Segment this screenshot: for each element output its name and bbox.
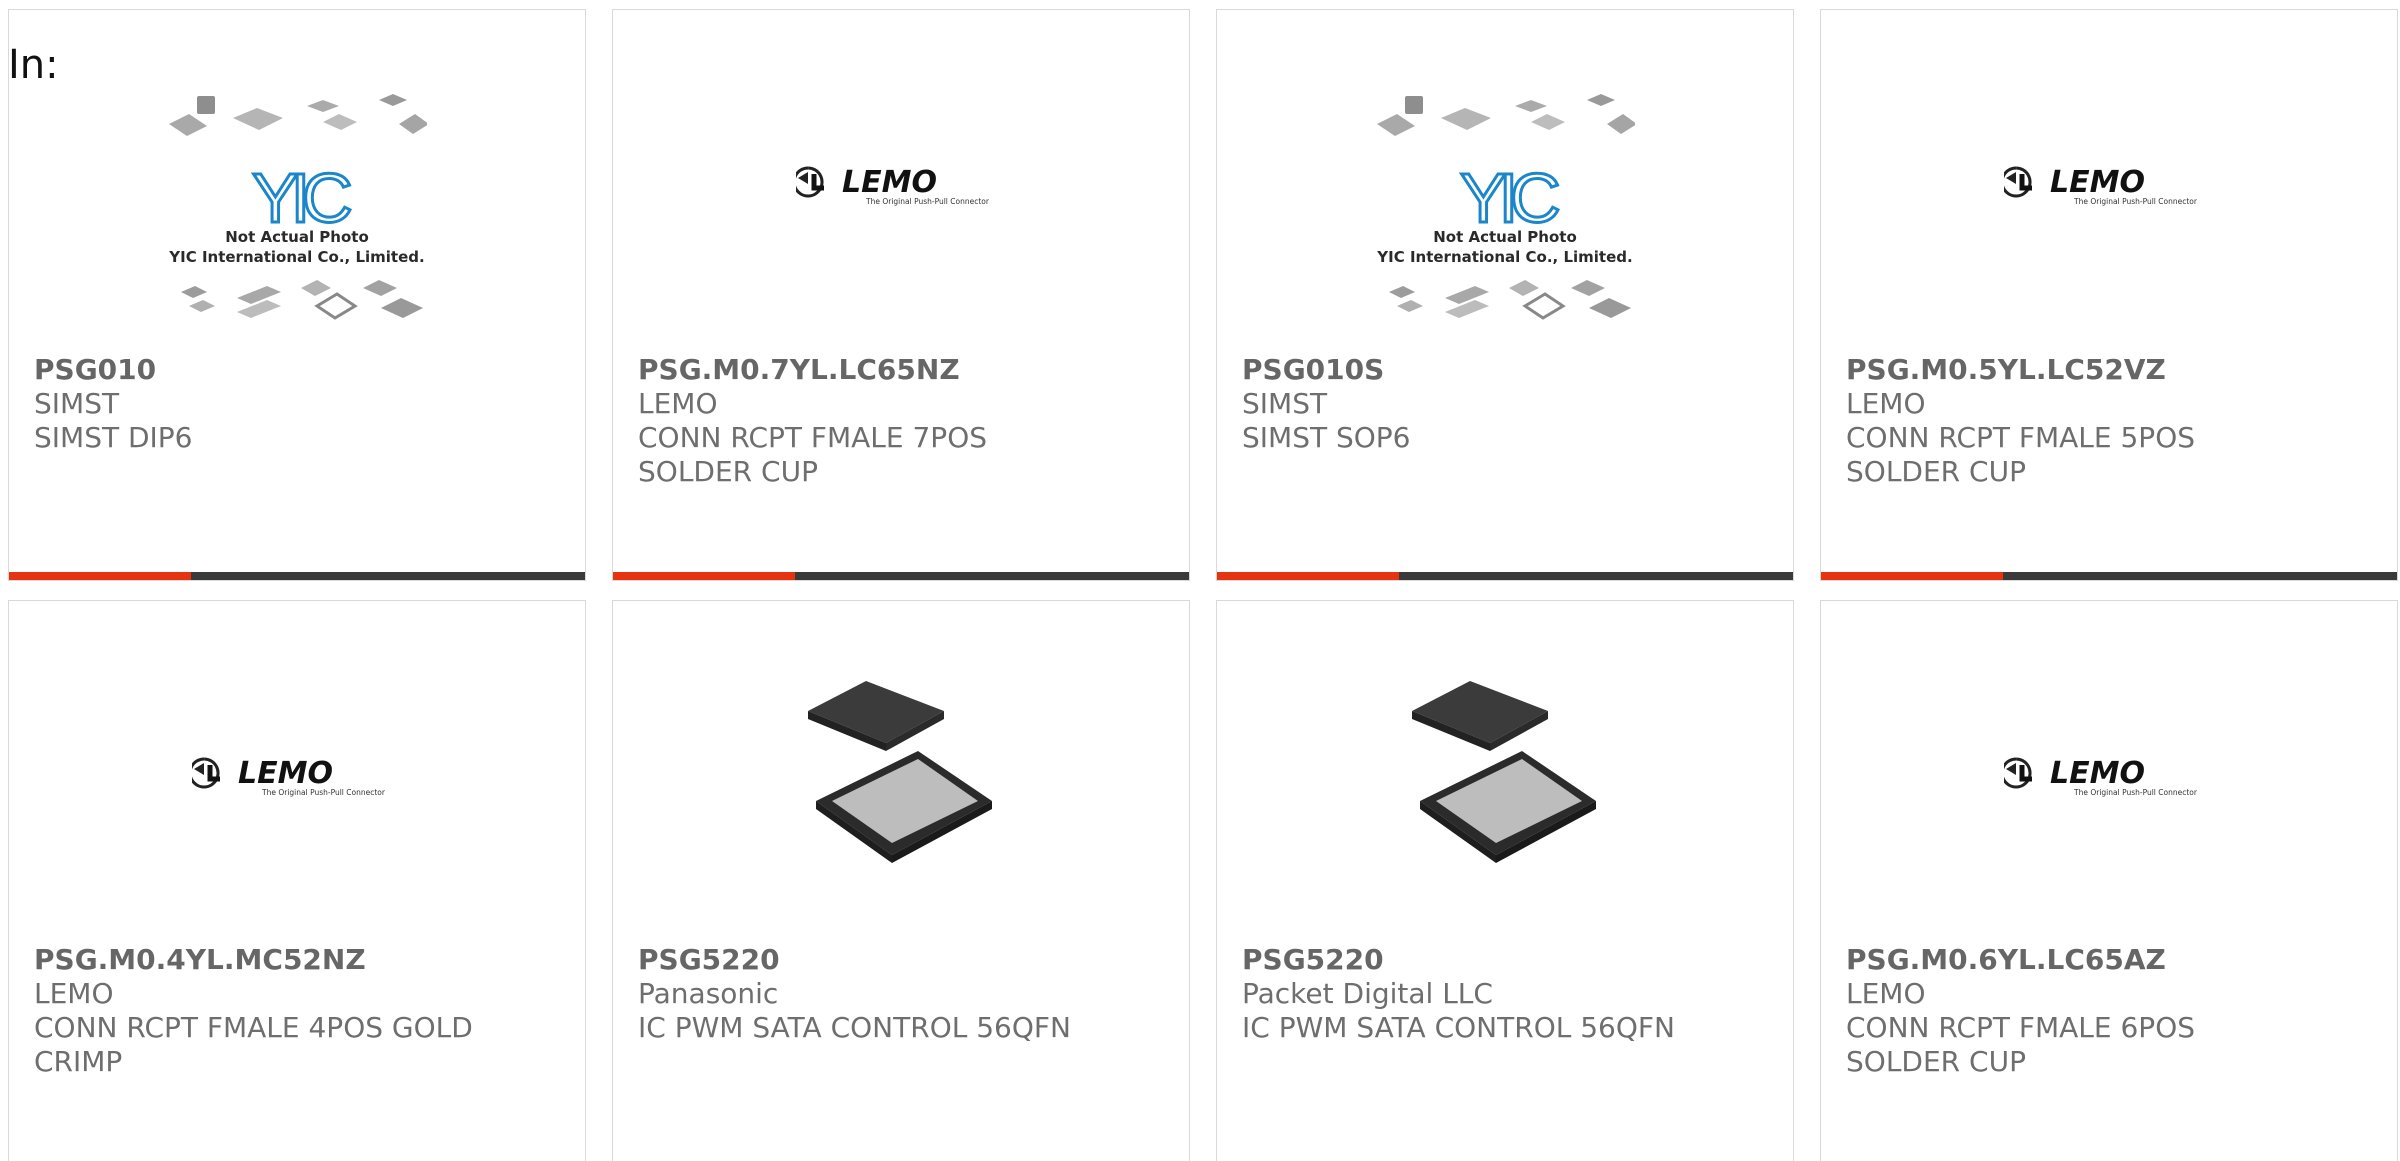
manufacturer: SIMST (34, 387, 120, 420)
manufacturer: LEMO (34, 977, 114, 1010)
description-cont: SOLDER CUP (1846, 1045, 2026, 1078)
lemo-word: LEMO (2050, 756, 2145, 791)
placeholder-line2: YIC International Co., Limited. (168, 248, 424, 266)
lemo-tagline: The Original Push-Pull Connector (865, 197, 990, 206)
description-cont: CRIMP (34, 1045, 123, 1078)
lemo-logo: LEMO The Original Push-Pull Connector (2000, 165, 2198, 206)
product-card[interactable]: LEMO The Original Push-Pull Connector PS… (1820, 600, 2398, 1161)
part-number[interactable]: PSG5220 (638, 943, 1169, 977)
lemo-logo: LEMO The Original Push-Pull Connector (2000, 756, 2198, 797)
product-card[interactable]: LEMO The Original Push-Pull Connector PS… (612, 9, 1190, 581)
product-image-qfn[interactable] (796, 671, 1006, 875)
product-info: PSG5220 Packet Digital LLC IC PWM SATA C… (1242, 943, 1773, 1045)
product-card[interactable]: PSG5220 Panasonic IC PWM SATA CONTROL 56… (612, 600, 1190, 1161)
manufacturer: LEMO (638, 387, 718, 420)
placeholder-line2: YIC International Co., Limited. (1376, 248, 1632, 266)
lemo-logo: LEMO The Original Push-Pull Connector (792, 165, 990, 206)
card-bottom-bar (1217, 572, 1793, 580)
lemo-logo: LEMO The Original Push-Pull Connector (188, 756, 386, 797)
lemo-word: LEMO (2050, 165, 2145, 200)
chip-top (1412, 681, 1548, 751)
description: CONN RCPT FMALE 7POS (638, 421, 988, 454)
lemo-emblem (2000, 757, 2032, 789)
part-number[interactable]: PSG.M0.6YL.LC65AZ (1846, 943, 2377, 977)
product-grid-page: In: YIC Not Actual Photo YIC Internation… (0, 0, 2400, 1161)
chip-bottom (1420, 751, 1596, 863)
yic-placeholder-image: YIC Not Actual Photo YIC International C… (168, 94, 429, 320)
product-card[interactable]: YIC Not Actual Photo YIC International C… (1216, 9, 1794, 581)
product-card[interactable]: LEMO The Original Push-Pull Connector PS… (1820, 9, 2398, 581)
manufacturer: LEMO (1846, 977, 1926, 1010)
product-info: PSG5220 Panasonic IC PWM SATA CONTROL 56… (638, 943, 1169, 1045)
part-number[interactable]: PSG5220 (1242, 943, 1773, 977)
description-cont: SOLDER CUP (638, 455, 818, 488)
card-accent (9, 572, 191, 580)
product-image-lemo[interactable]: LEMO The Original Push-Pull Connector (792, 158, 1006, 212)
part-number[interactable]: PSG010 (34, 353, 565, 387)
description: IC PWM SATA CONTROL 56QFN (638, 1011, 1071, 1044)
product-info: PSG.M0.5YL.LC52VZ LEMO CONN RCPT FMALE 5… (1846, 353, 2377, 489)
manufacturer: SIMST (1242, 387, 1328, 420)
chip-bottom (816, 751, 992, 863)
product-info: PSG.M0.4YL.MC52NZ LEMO CONN RCPT FMALE 4… (34, 943, 565, 1079)
product-image-placeholder[interactable]: YIC Not Actual Photo YIC International C… (1375, 92, 1637, 336)
manufacturer: LEMO (1846, 387, 1926, 420)
chip-group-top (1377, 94, 1637, 136)
description: CONN RCPT FMALE 6POS (1846, 1011, 2196, 1044)
description: CONN RCPT FMALE 5POS (1846, 421, 2196, 454)
lemo-tagline: The Original Push-Pull Connector (2073, 788, 2198, 797)
chip-top (808, 681, 944, 751)
card-bottom-bar (9, 572, 585, 580)
description: IC PWM SATA CONTROL 56QFN (1242, 1011, 1675, 1044)
yic-logo: YIC (1460, 159, 1558, 237)
manufacturer: Panasonic (638, 977, 779, 1010)
part-number[interactable]: PSG.M0.5YL.LC52VZ (1846, 353, 2377, 387)
card-accent (1217, 572, 1399, 580)
part-number[interactable]: PSG.M0.4YL.MC52NZ (34, 943, 565, 977)
description: SIMST DIP6 (34, 421, 193, 454)
placeholder-line1: Not Actual Photo (1433, 228, 1577, 246)
product-card[interactable]: YIC Not Actual Photo YIC International C… (8, 9, 586, 581)
lemo-emblem (188, 757, 220, 789)
chip-group-bottom (1389, 280, 1631, 320)
chip-group-top (169, 94, 429, 136)
card-bottom-bar (1821, 572, 2397, 580)
manufacturer: Packet Digital LLC (1242, 977, 1493, 1010)
product-info: PSG010 SIMST SIMST DIP6 (34, 353, 565, 455)
description: CONN RCPT FMALE 4POS GOLD (34, 1011, 473, 1044)
placeholder-line1: Not Actual Photo (225, 228, 369, 246)
lemo-word: LEMO (238, 756, 333, 791)
description-cont: SOLDER CUP (1846, 455, 2026, 488)
card-accent (1821, 572, 2003, 580)
product-card[interactable]: PSG5220 Packet Digital LLC IC PWM SATA C… (1216, 600, 1794, 1161)
product-card[interactable]: LEMO The Original Push-Pull Connector PS… (8, 600, 586, 1161)
product-info: PSG.M0.6YL.LC65AZ LEMO CONN RCPT FMALE 6… (1846, 943, 2377, 1079)
product-image-qfn[interactable] (1400, 671, 1610, 875)
lemo-emblem (792, 166, 824, 198)
qfn-chip-image (808, 681, 992, 863)
lemo-word: LEMO (842, 165, 937, 200)
part-number[interactable]: PSG.M0.7YL.LC65NZ (638, 353, 1169, 387)
product-info: PSG010S SIMST SIMST SOP6 (1242, 353, 1773, 455)
chip-group-bottom (181, 280, 423, 320)
product-image-placeholder[interactable]: YIC Not Actual Photo YIC International C… (167, 92, 429, 336)
lemo-emblem (2000, 166, 2032, 198)
qfn-chip-image (1412, 681, 1596, 863)
product-image-lemo[interactable]: LEMO The Original Push-Pull Connector (2000, 749, 2214, 803)
card-accent (613, 572, 795, 580)
filter-label: In: (8, 42, 59, 88)
lemo-tagline: The Original Push-Pull Connector (261, 788, 386, 797)
product-image-lemo[interactable]: LEMO The Original Push-Pull Connector (2000, 158, 2214, 212)
part-number[interactable]: PSG010S (1242, 353, 1773, 387)
yic-placeholder-image: YIC Not Actual Photo YIC International C… (1376, 94, 1637, 320)
description: SIMST SOP6 (1242, 421, 1411, 454)
yic-logo: YIC (252, 159, 350, 237)
lemo-tagline: The Original Push-Pull Connector (2073, 197, 2198, 206)
product-info: PSG.M0.7YL.LC65NZ LEMO CONN RCPT FMALE 7… (638, 353, 1169, 489)
card-bottom-bar (613, 572, 1189, 580)
product-image-lemo[interactable]: LEMO The Original Push-Pull Connector (188, 749, 402, 803)
